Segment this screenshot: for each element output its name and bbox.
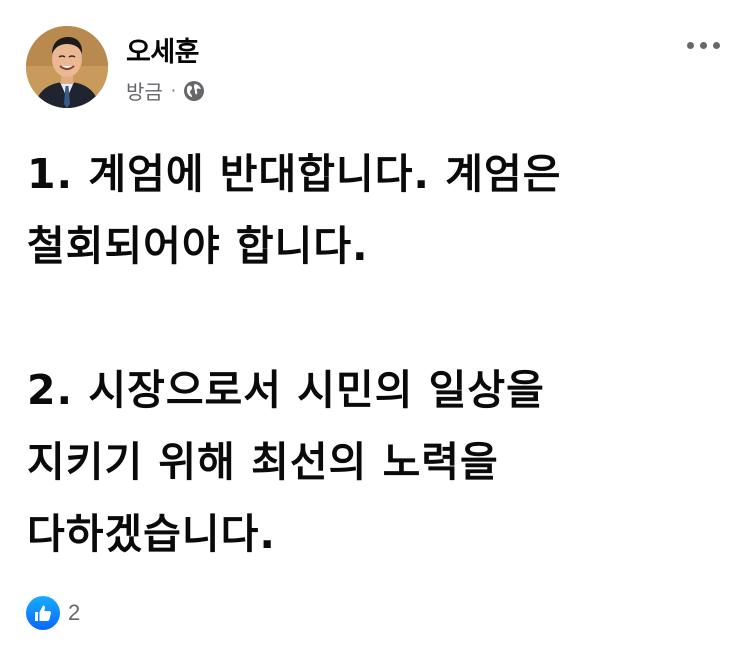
author-name[interactable]: 오세훈 — [126, 30, 200, 69]
post-time[interactable]: 방금 — [126, 76, 163, 105]
post-header: 오세훈 방금 · — [26, 26, 726, 112]
post-content: 1. 계엄에 반대합니다. 계엄은 철회되어야 합니다. 2. 시장으로서 시민… — [27, 138, 727, 570]
content-line: 1. 계엄에 반대합니다. 계엄은 — [27, 150, 562, 198]
more-options-icon[interactable] — [680, 30, 726, 60]
meta-separator: · — [170, 81, 176, 100]
post-meta: 방금 · — [126, 76, 205, 105]
more-dot — [686, 41, 694, 49]
author-avatar[interactable] — [26, 26, 108, 108]
globe-icon[interactable] — [183, 80, 205, 102]
content-line: 지키기 위해 최선의 노력을 — [27, 438, 499, 486]
more-dot — [712, 41, 720, 49]
facebook-post: 오세훈 방금 · 1. 계엄에 반대합니다. 계엄은 철회되어야 합니다. 2.… — [0, 0, 750, 656]
like-icon[interactable] — [26, 596, 60, 630]
reaction-count[interactable]: 2 — [68, 600, 80, 626]
reactions-bar[interactable]: 2 — [26, 596, 80, 630]
more-dot — [699, 41, 707, 49]
profile-photo — [26, 26, 108, 108]
content-line: 다하겠습니다. — [27, 510, 276, 558]
content-line: 철회되어야 합니다. — [27, 222, 369, 270]
content-line: 2. 시장으로서 시민의 일상을 — [27, 366, 545, 414]
